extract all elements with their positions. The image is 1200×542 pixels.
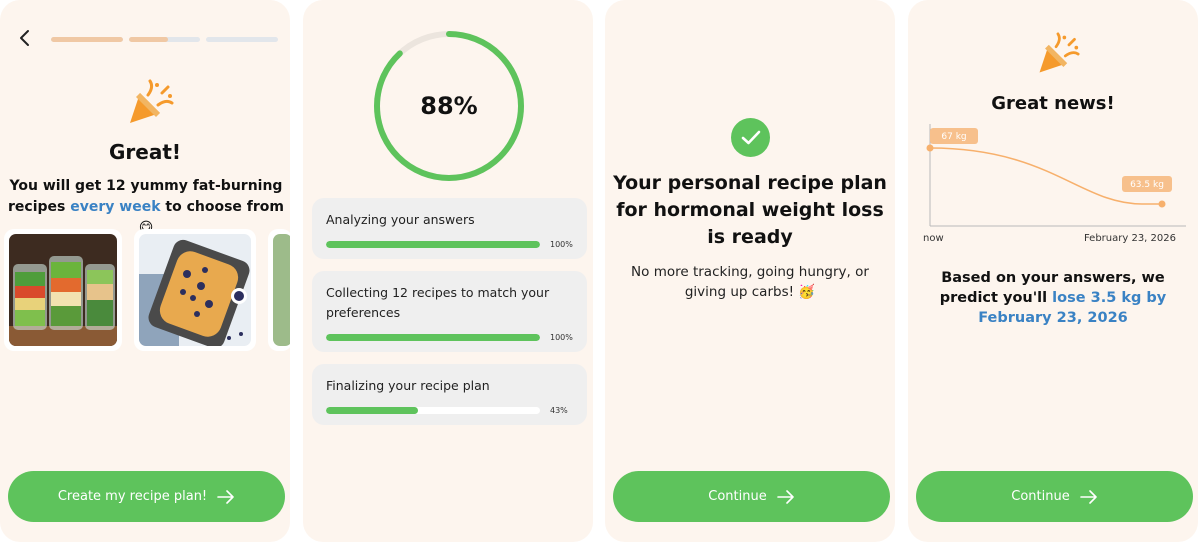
progress-step-3 — [206, 37, 278, 42]
overall-progress-percent: 88% — [420, 92, 478, 120]
weight-label-end: 63.5 kg — [1122, 176, 1172, 192]
continue-button-label: Continue — [708, 489, 767, 504]
weight-label-start-text: 67 kg — [941, 132, 966, 142]
screen-great-news: Great news! 67 kg 63.5 kg now February 2… — [908, 0, 1198, 542]
party-popper-icon — [1039, 32, 1080, 73]
recipe-image-partial — [273, 234, 290, 346]
weight-label-start: 67 kg — [930, 128, 978, 144]
page-subtitle: No more tracking, going hungry, or givin… — [631, 264, 869, 300]
step-progress-fill — [326, 240, 540, 248]
weight-point-start — [926, 144, 934, 152]
arrow-right-icon — [776, 489, 794, 504]
screen-great: Great! You will get 12 yummy fat-burning… — [0, 0, 290, 542]
step-progress-fill — [326, 333, 540, 341]
check-icon — [741, 130, 760, 144]
progress-step-fill — [129, 37, 169, 42]
recipe-image-card — [268, 229, 290, 351]
step-progress-bar — [326, 406, 540, 414]
chart-x-label-start: now — [923, 233, 944, 244]
step-progress-row: 100% — [326, 239, 575, 249]
continue-button[interactable]: Continue — [916, 471, 1193, 522]
arrow-right-icon — [217, 489, 234, 504]
page-subtitle: Based on your answers, we predict you'll… — [928, 268, 1178, 328]
back-chevron-icon[interactable] — [14, 27, 36, 49]
create-plan-button[interactable]: Create my recipe plan! — [8, 471, 285, 522]
progress-step-1 — [51, 37, 123, 42]
subtitle-highlight: every week — [70, 199, 161, 215]
screen-loading: 88% Analyzing your answers 100% Collecti… — [303, 0, 593, 542]
progress-step-fill — [51, 37, 123, 42]
step-progress-percent: 100% — [550, 332, 573, 342]
step-label: Analyzing your answers — [326, 212, 475, 227]
weight-point-end — [1158, 200, 1166, 208]
step-progress-row: 100% — [326, 332, 575, 342]
arrow-right-icon — [1079, 489, 1097, 504]
chart-x-label-end: February 23, 2026 — [1083, 233, 1176, 244]
step-progress-percent: 100% — [550, 239, 573, 249]
weight-forecast-chart: 67 kg 63.5 kg — [926, 124, 1186, 227]
step-card: Finalizing your recipe plan 43% — [312, 364, 587, 425]
step-progress-percent: 43% — [550, 405, 568, 415]
weight-label-end-text: 63.5 kg — [1130, 180, 1164, 190]
success-badge — [731, 118, 770, 157]
screen-plan-ready: Your personal recipe plan for hormonal w… — [605, 0, 895, 542]
step-card: Collecting 12 recipes to match your pref… — [312, 271, 587, 352]
recipe-image-card — [4, 229, 122, 351]
recipe-image-card — [134, 229, 256, 351]
step-progress-bar — [326, 333, 540, 341]
step-progress-fill — [326, 406, 419, 414]
page-title: Great! — [108, 140, 182, 164]
progress-step-2 — [129, 37, 200, 42]
recipe-image-salad-jars — [9, 234, 117, 346]
page-title: Your personal recipe plan for hormonal w… — [613, 172, 887, 248]
step-progress-row: 43% — [326, 405, 575, 415]
step-label: Finalizing your recipe plan — [326, 378, 490, 393]
create-plan-button-label: Create my recipe plan! — [57, 489, 208, 504]
recipe-image-blueberry-bread — [139, 234, 251, 346]
step-progress-bar — [326, 240, 540, 248]
continue-button-label: Continue — [1011, 489, 1070, 504]
party-popper-icon — [130, 79, 174, 123]
step-label: Collecting 12 recipes to match your pref… — [326, 285, 550, 320]
continue-button[interactable]: Continue — [613, 471, 890, 522]
step-card: Analyzing your answers 100% — [312, 198, 587, 259]
page-title: Great news! — [991, 93, 1115, 114]
